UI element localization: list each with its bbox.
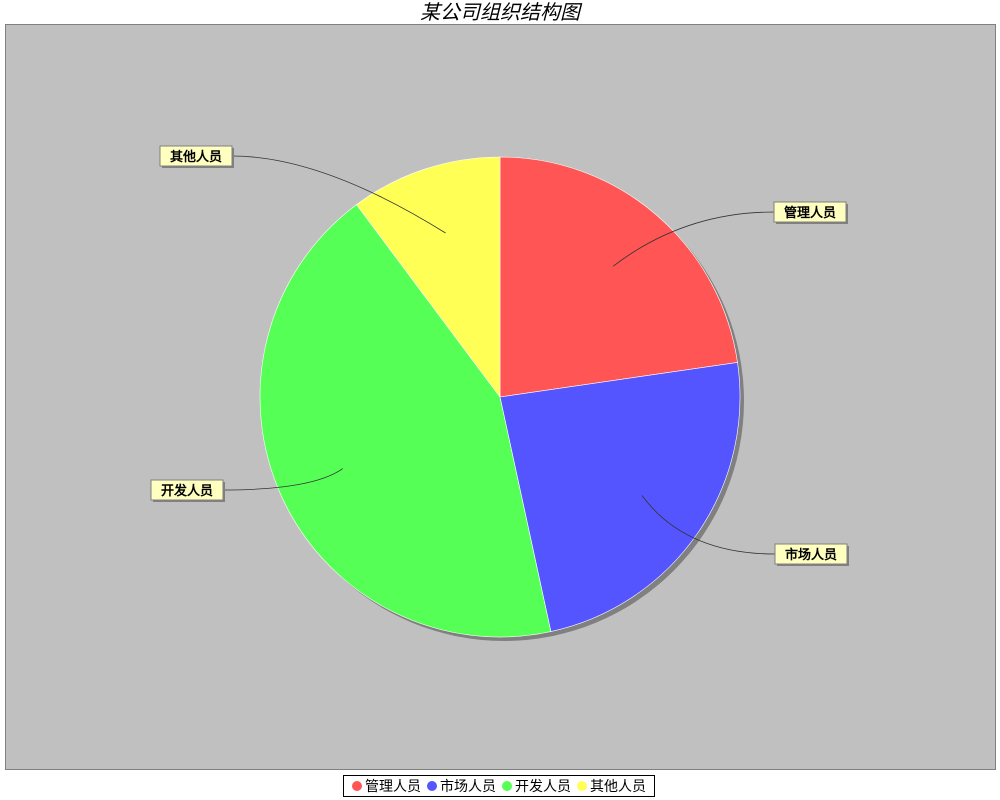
slice-label: 管理人员 xyxy=(784,205,836,221)
legend-swatch xyxy=(427,781,437,791)
legend: 管理人员 市场人员 开发人员 其他人员 xyxy=(343,775,655,797)
legend-swatch xyxy=(352,781,362,791)
slice-label: 开发人员 xyxy=(161,483,213,499)
legend-item: 其他人员 xyxy=(577,776,646,796)
legend-swatch xyxy=(502,781,512,791)
pie-chart: 管理人员市场人员 开发人员 其他人员 xyxy=(150,145,849,641)
legend-item: 开发人员 xyxy=(502,776,571,796)
legend-label: 其他人员 xyxy=(590,779,646,795)
legend-item: 管理人员 xyxy=(352,776,421,796)
pie-slice xyxy=(499,156,738,398)
slice-label: 其他人员 xyxy=(170,149,222,165)
legend-label: 管理人员 xyxy=(365,779,421,795)
legend-item: 市场人员 xyxy=(427,776,496,796)
legend-label: 市场人员 xyxy=(440,779,496,795)
legend-label: 开发人员 xyxy=(515,779,571,795)
legend-swatch xyxy=(577,781,587,791)
slice-label: 市场人员 xyxy=(785,547,837,563)
